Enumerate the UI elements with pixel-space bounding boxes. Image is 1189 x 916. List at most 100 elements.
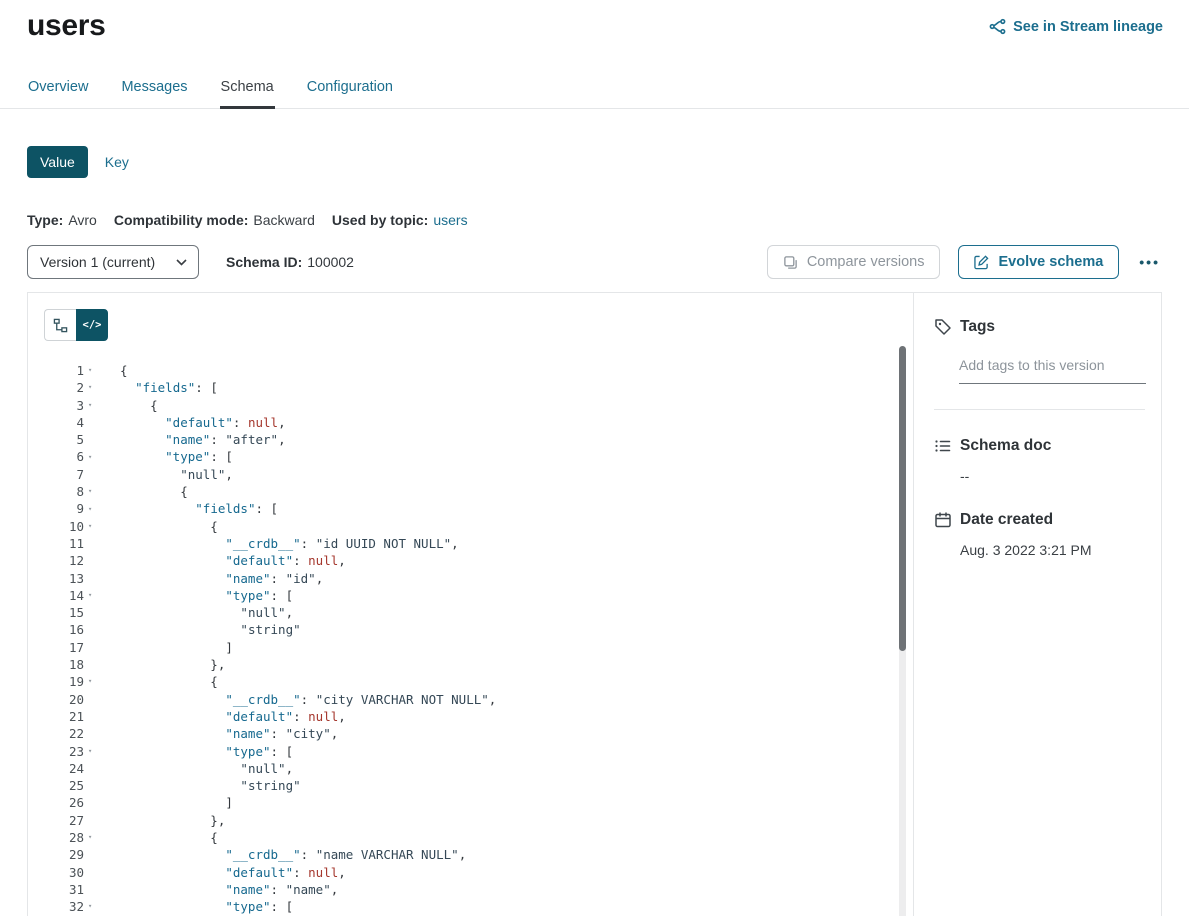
code-line-text: "type": [ <box>120 743 293 760</box>
code-token: ] <box>120 640 233 655</box>
collapse-caret-icon[interactable]: ▾ <box>88 523 100 530</box>
code-token: : [ <box>271 744 294 759</box>
code-line: 10▾ { <box>44 518 913 535</box>
line-number: 3 <box>44 397 84 414</box>
code-line: 21▾ "default": null, <box>44 708 913 725</box>
stream-lineage-link[interactable]: See in Stream lineage <box>989 18 1163 35</box>
code-line-text: "default": null, <box>120 864 346 881</box>
tab-configuration[interactable]: Configuration <box>306 69 394 108</box>
code-token: "null" <box>180 467 225 482</box>
collapse-caret-icon[interactable]: ▾ <box>88 592 100 599</box>
collapse-caret-icon[interactable]: ▾ <box>88 384 100 391</box>
stream-lineage-icon <box>989 18 1006 35</box>
code-token: : [ <box>271 899 294 914</box>
code-line: 8▾ { <box>44 483 913 500</box>
code-token: : <box>293 553 308 568</box>
collapse-caret-icon[interactable]: ▾ <box>88 402 100 409</box>
code-token <box>120 588 225 603</box>
scrollbar-track[interactable] <box>899 346 906 916</box>
collapse-caret-icon[interactable]: ▾ <box>88 678 100 685</box>
scrollbar-thumb[interactable] <box>899 346 906 651</box>
evolve-schema-button[interactable]: Evolve schema <box>958 245 1119 279</box>
code-token: : <box>271 726 286 741</box>
code-line-text: }, <box>120 656 225 673</box>
more-options-button[interactable]: ••• <box>1137 250 1162 274</box>
code-token: "name" <box>225 726 270 741</box>
collapse-caret-icon[interactable]: ▾ <box>88 834 100 841</box>
code-token: : <box>271 571 286 586</box>
code-token: , <box>338 709 346 724</box>
code-token: "id UUID NOT NULL" <box>316 536 451 551</box>
line-number: 21 <box>44 708 84 725</box>
code-token: : <box>233 415 248 430</box>
code-token: , <box>331 882 339 897</box>
line-number: 16 <box>44 621 84 638</box>
tags-title: Tags <box>960 318 995 336</box>
stream-lineage-label: See in Stream lineage <box>1013 19 1163 35</box>
code-token: , <box>225 467 233 482</box>
tags-input[interactable] <box>959 355 1146 384</box>
collapse-caret-icon[interactable]: ▾ <box>88 748 100 755</box>
schema-id-value: 100002 <box>307 254 354 270</box>
code-token: "__crdb__" <box>225 536 300 551</box>
code-token: , <box>278 415 286 430</box>
schema-controls: Version 1 (current) Schema ID: 100002 Co… <box>27 245 1162 279</box>
tab-messages[interactable]: Messages <box>120 69 188 108</box>
code-token: "fields" <box>195 501 255 516</box>
schema-doc-value: -- <box>960 468 1141 484</box>
code-token: , <box>286 761 294 776</box>
code-line-text: "default": null, <box>120 414 286 431</box>
code-token: { <box>120 398 158 413</box>
code-token <box>120 847 225 862</box>
version-select[interactable]: Version 1 (current) <box>27 245 199 279</box>
meta-compat-label: Compatibility mode: <box>114 212 249 228</box>
meta-compat-value: Backward <box>253 212 314 228</box>
collapse-caret-icon[interactable]: ▾ <box>88 488 100 495</box>
code-token: , <box>489 692 497 707</box>
tab-schema[interactable]: Schema <box>220 69 275 108</box>
line-number: 30 <box>44 864 84 881</box>
code-line: 29▾ "__crdb__": "name VARCHAR NULL", <box>44 846 913 863</box>
code-token: null <box>308 865 338 880</box>
collapse-caret-icon[interactable]: ▾ <box>88 506 100 513</box>
compare-versions-button[interactable]: Compare versions <box>767 245 941 279</box>
tags-divider <box>934 409 1145 410</box>
meta-topic: Used by topic: users <box>332 212 468 228</box>
code-token <box>120 605 240 620</box>
schema-id: Schema ID: 100002 <box>226 254 354 270</box>
code-line-text: "default": null, <box>120 708 346 725</box>
code-line-text: "__crdb__": "city VARCHAR NOT NULL", <box>120 691 496 708</box>
code-view-button[interactable]: </> <box>76 309 108 341</box>
collapse-caret-icon[interactable]: ▾ <box>88 367 100 374</box>
code-token: "name VARCHAR NULL" <box>316 847 459 862</box>
code-token <box>120 449 165 464</box>
code-line: 18▾ }, <box>44 656 913 673</box>
schema-kind-toggle: Value Key <box>27 146 1162 178</box>
code-token: : [ <box>210 449 233 464</box>
tree-view-button[interactable] <box>44 309 76 341</box>
topic-link[interactable]: users <box>433 212 467 228</box>
schema-code-panel: </> 1▾{2▾ "fields": [3▾ {4▾ "default": n… <box>28 293 913 916</box>
code-token: "name" <box>165 432 210 447</box>
value-toggle-button[interactable]: Value <box>27 146 88 178</box>
code-line-text: "name": "city", <box>120 725 338 742</box>
code-token: , <box>286 605 294 620</box>
code-token: "default" <box>225 865 293 880</box>
collapse-caret-icon[interactable]: ▾ <box>88 903 100 910</box>
code-line: 6▾ "type": [ <box>44 448 913 465</box>
code-token: "fields" <box>135 380 195 395</box>
schema-card: </> 1▾{2▾ "fields": [3▾ {4▾ "default": n… <box>27 292 1162 916</box>
meta-compat: Compatibility mode: Backward <box>114 212 315 228</box>
code-token: "type" <box>165 449 210 464</box>
line-number: 14 <box>44 587 84 604</box>
code-token: "type" <box>225 588 270 603</box>
code-line-text: "null", <box>120 604 293 621</box>
tags-section: Tags <box>934 318 1141 410</box>
line-number: 24 <box>44 760 84 777</box>
key-toggle-button[interactable]: Key <box>88 146 146 178</box>
schema-meta: Type: Avro Compatibility mode: Backward … <box>27 212 1162 228</box>
collapse-caret-icon[interactable]: ▾ <box>88 454 100 461</box>
code-line: 32▾ "type": [ <box>44 898 913 915</box>
tab-overview[interactable]: Overview <box>27 69 89 108</box>
code-token: { <box>120 363 128 378</box>
